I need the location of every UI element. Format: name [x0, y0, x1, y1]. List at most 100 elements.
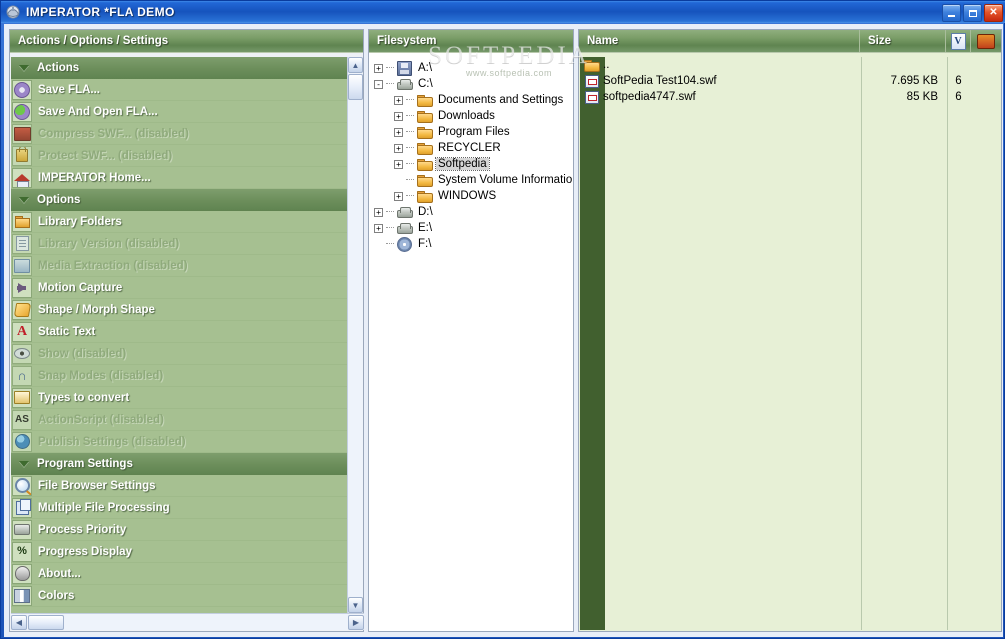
- tree-node-program-files[interactable]: + Program Files: [370, 124, 572, 140]
- tree-expander[interactable]: +: [374, 63, 383, 73]
- window-controls: ✕: [942, 4, 1003, 22]
- group-header-actions[interactable]: Actions: [11, 57, 349, 79]
- group-header-label: Options: [37, 194, 81, 206]
- table-row[interactable]: softpedia4747.swf 85 KB 6: [580, 89, 1000, 105]
- tree-node-label: F:\: [418, 238, 432, 250]
- minimize-button[interactable]: [942, 4, 961, 22]
- tree-node-documents-and-settings[interactable]: + Documents and Settings: [370, 92, 572, 108]
- left-panel-horizontal-scrollbar[interactable]: ◀ ▶: [11, 613, 364, 630]
- list-item-label: About...: [38, 567, 81, 580]
- hscroll-left-button[interactable]: ◀: [11, 614, 27, 630]
- cd-drive-icon: [396, 236, 412, 252]
- tree-expander[interactable]: +: [374, 207, 383, 217]
- file-name-cell: softpedia4747.swf: [603, 91, 696, 103]
- list-item-label: Snap Modes (disabled): [38, 369, 164, 382]
- column-header-size[interactable]: Size: [860, 30, 946, 52]
- list-item-library-folders[interactable]: Library Folders: [11, 211, 349, 233]
- tree-node-label: RECYCLER: [438, 142, 501, 154]
- tree-connector: [386, 67, 394, 69]
- tree-node-c[interactable]: - C:\: [370, 76, 572, 92]
- list-item-progress-display[interactable]: % Progress Display: [11, 541, 349, 563]
- tree-node-system-volume-information[interactable]: System Volume Information: [370, 172, 572, 188]
- maximize-button[interactable]: [963, 4, 982, 22]
- list-item-shape-morph-shape[interactable]: Shape / Morph Shape: [11, 299, 349, 321]
- tree-node-e[interactable]: + E:\: [370, 220, 572, 236]
- tree-connector: [406, 147, 414, 149]
- tree-expander-placeholder: [374, 240, 383, 249]
- folder-icon: [416, 173, 433, 187]
- tree-expander[interactable]: +: [394, 95, 403, 105]
- group-header-label: Actions: [37, 62, 80, 74]
- tree-expander[interactable]: +: [394, 159, 403, 169]
- column-header-size-label: Size: [868, 35, 892, 47]
- tree-node-recycler[interactable]: + RECYCLER: [370, 140, 572, 156]
- left-panel-vertical-scrollbar[interactable]: ▲ ▼: [347, 57, 363, 613]
- tree-node-windows[interactable]: + WINDOWS: [370, 188, 572, 204]
- lock-icon: [12, 145, 32, 166]
- list-item-motion-capture[interactable]: Motion Capture: [11, 277, 349, 299]
- folder-icon: [416, 109, 433, 123]
- list-item-publish-settings-disabled: Publish Settings (disabled): [11, 431, 349, 453]
- filesystem-tree[interactable]: + A:\ - C:\ + Documents and Settings + Download…: [370, 57, 572, 630]
- letter-a-icon: A: [12, 321, 32, 342]
- tree-expander[interactable]: +: [394, 127, 403, 137]
- list-item-compress-swf-disabled: Compress SWF... (disabled): [11, 123, 349, 145]
- list-item-static-text[interactable]: A Static Text: [11, 321, 349, 343]
- house-icon: [12, 167, 32, 188]
- vscroll-up-button[interactable]: ▲: [348, 57, 363, 73]
- triangle-down-icon: [11, 454, 37, 474]
- group-header-program-settings[interactable]: Program Settings: [11, 453, 349, 475]
- chevron-left-icon: ◀: [15, 617, 23, 627]
- colors-icon: [12, 585, 32, 606]
- tree-node-f[interactable]: F:\: [370, 236, 572, 252]
- magnet-icon: ∩: [12, 365, 32, 386]
- list-item-save-and-open-fla[interactable]: Save And Open FLA...: [11, 101, 349, 123]
- left-panel-header: Actions / Options / Settings: [10, 30, 363, 53]
- title-bar: IMPERATOR *FLA DEMO ✕: [1, 1, 1005, 23]
- list-item-label: Multiple File Processing: [38, 501, 170, 514]
- globe-icon: [12, 431, 32, 452]
- vscroll-thumb[interactable]: [348, 74, 363, 100]
- list-item-label: Process Priority: [38, 523, 127, 536]
- file-list-divider-1: [861, 57, 862, 630]
- hscroll-right-button[interactable]: ▶: [348, 614, 364, 630]
- tree-connector: [386, 227, 394, 229]
- list-item-imperator-home[interactable]: IMPERATOR Home...: [11, 167, 349, 189]
- list-item-types-to-convert[interactable]: Types to convert: [11, 387, 349, 409]
- tree-node-a[interactable]: + A:\: [370, 60, 572, 76]
- column-header-version[interactable]: V: [946, 30, 971, 52]
- list-item-about[interactable]: About...: [11, 563, 349, 585]
- list-item-label: ActionScript (disabled): [38, 413, 164, 426]
- tree-expander[interactable]: -: [374, 79, 383, 89]
- tree-expander[interactable]: +: [394, 191, 403, 201]
- list-item-colors[interactable]: Colors: [11, 585, 349, 607]
- column-header-name[interactable]: Name: [579, 30, 860, 52]
- tree-node-downloads[interactable]: + Downloads: [370, 108, 572, 124]
- tree-node-softpedia[interactable]: + Softpedia: [370, 156, 572, 172]
- hscroll-thumb[interactable]: [28, 614, 64, 630]
- list-item-save-fla[interactable]: Save FLA...: [11, 79, 349, 101]
- group-header-options[interactable]: Options: [11, 189, 349, 211]
- tree-expander[interactable]: +: [394, 143, 403, 153]
- hard-drive-icon: [396, 77, 413, 91]
- file-list-body[interactable]: .. SoftPedia Test104.swf 7.695 KB 6 softpedi…: [580, 57, 1000, 630]
- left-panel-title: Actions / Options / Settings: [18, 35, 169, 47]
- vscroll-down-button[interactable]: ▼: [348, 597, 363, 613]
- tree-node-label: D:\: [418, 206, 433, 218]
- column-header-compress[interactable]: [971, 30, 1001, 52]
- close-button[interactable]: ✕: [984, 4, 1003, 22]
- file-list-left-stripe: [580, 57, 605, 630]
- table-row[interactable]: SoftPedia Test104.swf 7.695 KB 6: [580, 73, 1000, 89]
- tree-expander[interactable]: +: [394, 111, 403, 121]
- tree-node-d[interactable]: + D:\: [370, 204, 572, 220]
- list-item-multiple-file-processing[interactable]: Multiple File Processing: [11, 497, 349, 519]
- list-item-file-browser-settings[interactable]: File Browser Settings: [11, 475, 349, 497]
- list-item-label: Motion Capture: [38, 281, 123, 294]
- table-row[interactable]: ..: [580, 57, 1000, 73]
- list-item-process-priority[interactable]: Process Priority: [11, 519, 349, 541]
- chevron-up-icon: ▲: [351, 60, 360, 70]
- actions-list[interactable]: Actions Save FLA... Save And Open FLA... Co…: [11, 57, 349, 613]
- vscroll-track[interactable]: [348, 73, 363, 597]
- gear-green-icon: [12, 101, 32, 122]
- tree-expander[interactable]: +: [374, 223, 383, 233]
